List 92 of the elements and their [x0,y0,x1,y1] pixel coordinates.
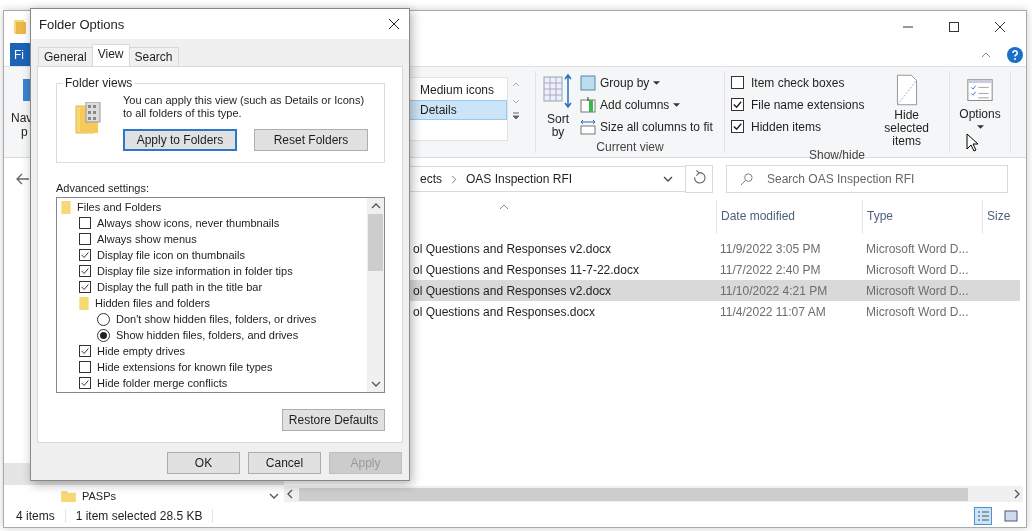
file-type: Microsoft Word D... [866,304,970,319]
checkbox-option[interactable]: Item check boxes [731,73,865,92]
dialog-tab[interactable]: View [91,44,130,66]
back-arrow-icon[interactable] [16,173,30,185]
file-type: Microsoft Word D... [866,262,970,277]
sort-caret-icon [499,204,509,210]
setting-checkbox[interactable]: Always show menus [79,233,197,245]
close-icon[interactable] [388,18,400,30]
dialog-button[interactable]: OK [167,452,240,474]
restore-defaults-button[interactable]: Restore Defaults [282,409,385,431]
file-date: 11/10/2022 4:21 PM [720,283,829,298]
setting-radio[interactable]: Don't show hidden files, folders, or drives [97,312,317,326]
column-header[interactable]: Size [987,209,1011,223]
close-icon[interactable] [994,21,1006,33]
group-by-button[interactable]: Group by [580,73,713,92]
details-view-icon[interactable] [974,507,992,525]
scroll-down-icon[interactable] [370,381,381,387]
group-label: Show/hide [807,148,866,162]
check-icon [80,378,90,388]
add-columns-button[interactable]: Add columns [580,95,713,114]
refresh-icon[interactable] [685,165,713,193]
columns-icon [580,96,596,113]
file-tab[interactable]: Fi [10,43,32,66]
setting-checkbox[interactable]: Hide empty drives [79,345,186,357]
scroll-up-icon[interactable] [370,203,381,209]
caret-icon [673,102,681,107]
layout-option[interactable]: Details [409,100,507,120]
search-icon [740,173,753,186]
setting-checkbox[interactable]: Hide extensions for known file types [79,361,273,373]
folder-icon [61,490,76,502]
folder-icon [61,200,71,214]
caret-icon [976,125,984,129]
button-label[interactable]: p [21,125,28,139]
scroll-left-icon[interactable] [287,489,293,499]
group-icon [580,74,596,91]
large-icons-view-icon[interactable] [1002,507,1020,525]
setting-checkbox[interactable]: Display the full path in the title bar [79,281,263,293]
setting-radio[interactable]: Show hidden files, folders, and drives [97,328,299,342]
caret-icon [653,80,661,85]
file-date: 11/4/2022 11:07 AM [720,304,827,319]
file-name: ol Questions and Responses 11-7-22.docx [413,262,640,277]
file-name: ol Questions and Responses.docx [413,304,597,319]
column-header[interactable]: Type [867,209,893,223]
column-header[interactable]: Date modified [721,209,796,223]
checklist-icon [967,77,993,103]
description-text: You can apply this view (such as Details or Icons) to all folders of this type. [123,94,366,120]
file-date: 11/9/2022 3:05 PM [720,241,822,256]
layout-option[interactable]: Medium icons [409,80,507,100]
size-columns-button[interactable]: Size all columns to fit [580,117,713,136]
file-type: Microsoft Word D... [866,241,970,256]
checkbox-option[interactable]: File name extensions [731,95,865,114]
setting-checkbox[interactable]: Display file icon on thumbnails [79,249,245,261]
resize-columns-icon [580,118,596,135]
folder-label: Hidden files and folders [95,297,210,309]
file-name: ol Questions and Responses v2.docx [413,241,613,256]
file-name: ol Questions and Responses v2.docx [413,283,613,298]
setting-checkbox[interactable]: Hide folder merge conflicts [79,377,228,389]
maximize-icon[interactable] [948,21,960,33]
apply-to-folders-button[interactable]: Apply to Folders [123,129,237,151]
nav-item[interactable]: PASPs [4,490,117,502]
group-legend: Folder views [63,76,135,90]
scrollbar-thumb[interactable] [299,487,968,501]
folder-label: Files and Folders [77,201,162,213]
scrollbar-thumb[interactable] [368,214,383,271]
help-icon[interactable] [1007,46,1023,63]
check-icon [732,99,743,110]
folder-grid-icon [75,102,103,134]
file-date: 11/7/2022 2:40 PM [720,262,822,277]
status-text: 4 items [16,509,55,523]
hide-selected-button[interactable]: Hide selected items [870,73,943,148]
setting-checkbox[interactable]: Always show icons, never thumbnails [79,217,280,229]
dialog-tab[interactable]: Search [128,47,179,66]
dialog-button[interactable]: Cancel [248,452,321,474]
file-type: Microsoft Word D... [866,283,970,298]
scroll-down-icon[interactable] [269,493,279,499]
section-label: Advanced settings: [56,182,150,194]
setting-checkbox[interactable]: Display file size information in folder tips [79,265,293,277]
dialog-title: Folder Options [39,16,125,32]
sort-by-button[interactable]: Sort by [542,73,574,140]
check-icon [732,121,743,132]
dialog-tab[interactable]: General [38,47,93,66]
scroll-right-icon[interactable] [1014,489,1020,499]
folder-icon [13,19,27,35]
status-text: 1 item selected 28.5 KB [75,509,203,523]
group-label: Current view [595,140,665,154]
check-icon [80,346,90,356]
collapse-icon[interactable] [981,51,991,58]
folder-icon [79,296,89,310]
reset-folders-button[interactable]: Reset Folders [254,129,368,151]
search-field[interactable]: Search OAS Inspection RFI [726,165,1008,193]
cursor-icon [966,133,978,152]
checkbox-option[interactable]: Hidden items [731,117,865,136]
